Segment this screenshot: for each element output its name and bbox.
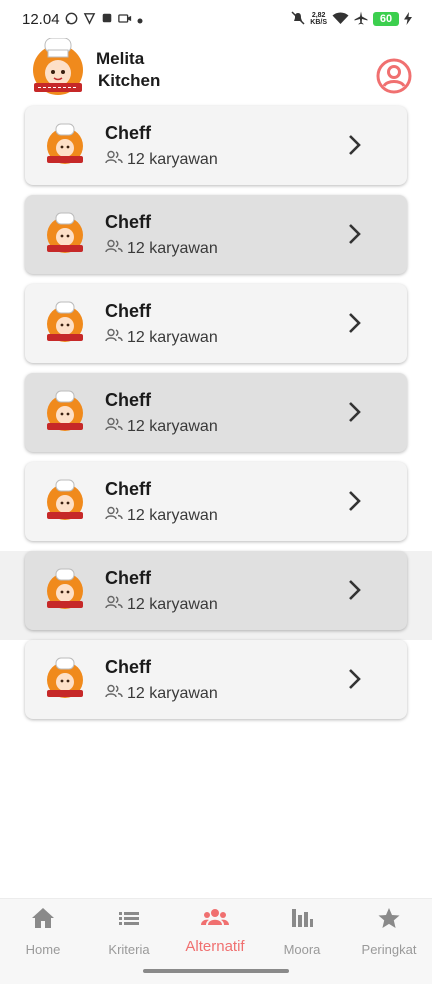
- chevron-right-icon: [347, 222, 363, 246]
- chef-avatar-icon: [42, 479, 88, 523]
- list-item: Cheff 12 karyawan: [0, 462, 432, 551]
- chef-avatar-icon: [42, 123, 88, 167]
- chevron-right-icon: [347, 667, 363, 691]
- chef-avatar-icon: [42, 390, 88, 434]
- status-time: 12.04: [22, 10, 60, 28]
- alternative-card[interactable]: Cheff 12 karyawan: [25, 195, 407, 274]
- nav-item-alternatif[interactable]: Alternatif: [172, 907, 258, 963]
- list-icon: [117, 907, 141, 934]
- employee-count: 12 karyawan: [105, 150, 218, 169]
- nav-label-moora: Moora: [283, 942, 321, 957]
- net-speed: 2,82 KB/S: [310, 12, 327, 26]
- nav-item-moora[interactable]: Moora: [259, 907, 345, 963]
- chevron-right-icon: [347, 400, 363, 424]
- chevron-right-icon: [347, 133, 363, 157]
- chevron-right-icon: [347, 489, 363, 513]
- brand-line-1: Melita: [96, 49, 145, 68]
- nav-item-peringkat[interactable]: Peringkat: [346, 907, 432, 963]
- list-item: Cheff 12 karyawan: [0, 551, 432, 640]
- chef-avatar-icon: [42, 657, 88, 701]
- people-icon: [105, 239, 123, 258]
- employee-count-text: 12 karyawan: [127, 150, 218, 168]
- alternative-title: Cheff: [105, 390, 151, 410]
- people-icon: [105, 150, 123, 169]
- list-item: Cheff 12 karyawan: [0, 284, 432, 373]
- status-bar: 12.04 2,82 KB/S 60: [0, 0, 432, 38]
- people-icon: [105, 506, 123, 525]
- nav-label-home: Home: [25, 942, 61, 957]
- account-circle-icon[interactable]: [376, 58, 412, 94]
- employee-count: 12 karyawan: [105, 328, 218, 347]
- brand-name: Melita Kitchen: [96, 48, 160, 92]
- alternative-card[interactable]: Cheff 12 karyawan: [25, 640, 407, 719]
- nav-item-kriteria[interactable]: Kriteria: [86, 907, 172, 963]
- alternative-card[interactable]: Cheff 12 karyawan: [25, 106, 407, 185]
- star-icon: [377, 907, 401, 934]
- employee-count: 12 karyawan: [105, 684, 218, 703]
- alternatives-list: Cheff 12 karyawan Cheff 12 karyawan Chef…: [0, 106, 432, 729]
- list-item: Cheff 12 karyawan: [0, 195, 432, 284]
- employee-count-text: 12 karyawan: [127, 417, 218, 435]
- app-header: Melita Kitchen: [0, 37, 432, 102]
- sim-icon: [101, 12, 113, 26]
- people-icon: [105, 595, 123, 614]
- alternative-title: Cheff: [105, 123, 151, 143]
- battery-indicator: 60: [373, 12, 399, 26]
- alternative-title: Cheff: [105, 479, 151, 499]
- wifi-icon: [332, 12, 349, 27]
- employee-count-text: 12 karyawan: [127, 328, 218, 346]
- status-right: 2,82 KB/S 60: [291, 11, 412, 27]
- alternative-card[interactable]: Cheff 12 karyawan: [25, 284, 407, 363]
- chef-avatar-icon: [42, 301, 88, 345]
- chevron-right-icon: [347, 578, 363, 602]
- alternative-card[interactable]: Cheff 12 karyawan: [25, 551, 407, 630]
- chef-avatar-icon: [42, 568, 88, 612]
- brand-line-2: Kitchen: [98, 71, 161, 90]
- alternative-card[interactable]: Cheff 12 karyawan: [25, 462, 407, 541]
- alternative-title: Cheff: [105, 301, 151, 321]
- nav-label-kriteria: Kriteria: [108, 942, 150, 957]
- chevron-right-icon: [347, 311, 363, 335]
- chef-logo: [26, 37, 90, 98]
- alternative-title: Cheff: [105, 568, 151, 588]
- alternative-title: Cheff: [105, 212, 151, 232]
- employee-count-text: 12 karyawan: [127, 506, 218, 524]
- group-icon: [201, 907, 229, 932]
- list-item: Cheff 12 karyawan: [0, 640, 432, 729]
- home-indicator[interactable]: [143, 969, 289, 973]
- employee-count-text: 12 karyawan: [127, 595, 218, 613]
- alternative-card[interactable]: Cheff 12 karyawan: [25, 373, 407, 452]
- people-icon: [105, 684, 123, 703]
- airplane-icon: [354, 11, 368, 27]
- employee-count: 12 karyawan: [105, 417, 218, 436]
- employee-count: 12 karyawan: [105, 239, 218, 258]
- net-speed-value: 2,82: [311, 12, 326, 19]
- mute-icon: [291, 11, 305, 27]
- list-item: Cheff 12 karyawan: [0, 106, 432, 195]
- dot-icon: [137, 13, 143, 26]
- video-icon: [117, 13, 132, 26]
- alternative-title: Cheff: [105, 657, 151, 677]
- bar-chart-icon: [290, 907, 314, 934]
- vpn-icon: [83, 12, 96, 27]
- charging-icon: [404, 11, 412, 27]
- home-icon: [31, 907, 55, 934]
- nav-label-peringkat: Peringkat: [361, 942, 417, 957]
- nav-label-alternatif: Alternatif: [185, 938, 245, 955]
- whatsapp-icon: [65, 12, 78, 27]
- people-icon: [105, 417, 123, 436]
- employee-count-text: 12 karyawan: [127, 684, 218, 702]
- nav-item-home[interactable]: Home: [0, 907, 86, 963]
- net-speed-unit: KB/S: [310, 19, 327, 26]
- status-left: 12.04: [22, 11, 143, 28]
- chef-avatar-icon: [42, 212, 88, 256]
- list-item: Cheff 12 karyawan: [0, 373, 432, 462]
- employee-count: 12 karyawan: [105, 506, 218, 525]
- people-icon: [105, 328, 123, 347]
- employee-count: 12 karyawan: [105, 595, 218, 614]
- employee-count-text: 12 karyawan: [127, 239, 218, 257]
